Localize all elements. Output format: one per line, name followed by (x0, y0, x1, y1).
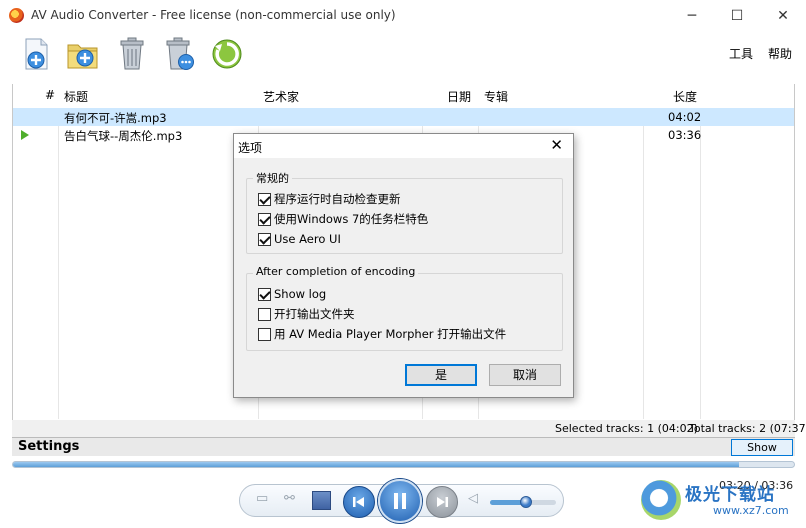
maximize-button[interactable]: ☐ (714, 0, 760, 31)
cancel-button[interactable]: 取消 (489, 364, 561, 386)
next-button[interactable] (426, 486, 458, 518)
open-output-folder-checkbox[interactable]: 开打输出文件夹 (258, 306, 355, 322)
column-header-album[interactable]: 专辑 (484, 88, 508, 105)
show-settings-button[interactable]: Show (731, 439, 793, 456)
checkbox-box[interactable] (258, 232, 271, 246)
now-playing-icon (21, 130, 29, 140)
toolbar: 工具 帮助 (0, 31, 806, 84)
column-header-artist[interactable]: 艺术家 (263, 88, 299, 105)
menu-tools[interactable]: 工具 (729, 45, 753, 62)
dialog-title-bar: 选项 ✕ (234, 134, 573, 158)
checkbox-box[interactable] (258, 212, 271, 226)
settings-title: Settings (18, 439, 80, 454)
general-group: 常规的 程序运行时自动检查更新 使用Windows 7的任务栏特色 Use Ae… (246, 170, 563, 254)
add-file-icon[interactable] (21, 37, 53, 71)
playback-progress-bar[interactable] (12, 461, 795, 468)
stop-button[interactable] (312, 491, 331, 510)
after-encoding-legend: After completion of encoding (253, 265, 419, 278)
checkbox-label: 用 AV Media Player Morpher 打开输出文件 (274, 327, 507, 341)
after-encoding-group: After completion of encoding Show log 开打… (246, 265, 563, 351)
column-header-num[interactable]: # (45, 88, 55, 102)
window-title: AV Audio Converter - Free license (non-c… (31, 8, 396, 22)
options-dialog: 选项 ✕ 常规的 程序运行时自动检查更新 使用Windows 7的任务栏特色 U… (233, 133, 574, 398)
pause-button[interactable] (378, 479, 422, 523)
watermark-url: www.xz7.com (713, 504, 789, 517)
checkbox-box[interactable] (258, 287, 271, 301)
next-icon (437, 497, 448, 507)
checkbox-box[interactable] (258, 307, 271, 321)
auto-update-checkbox[interactable]: 程序运行时自动检查更新 (258, 191, 401, 207)
volume-knob[interactable] (520, 496, 533, 508)
win7-taskbar-checkbox[interactable]: 使用Windows 7的任务栏特色 (258, 211, 428, 227)
minimize-button[interactable]: ─ (669, 0, 715, 31)
repeat-icon[interactable]: ▭ (256, 491, 268, 506)
checkbox-box[interactable] (258, 192, 271, 206)
watermark-logo-icon (641, 480, 681, 520)
shuffle-icon[interactable]: ⚯ (284, 491, 295, 506)
column-header-length[interactable]: 长度 (673, 88, 697, 105)
delete-icon[interactable] (116, 37, 148, 71)
table-row[interactable]: 有何不可-许嵩.mp3 04:02 (13, 108, 794, 126)
checkbox-label: 使用Windows 7的任务栏特色 (274, 212, 429, 226)
list-header: # 标题 艺术家 日期 专辑 长度 (13, 84, 794, 108)
volume-icon[interactable]: ◁ (468, 491, 478, 506)
status-bar: Selected tracks: 1 (04:02) Total tracks:… (12, 420, 806, 438)
app-logo-icon (9, 8, 24, 23)
pause-icon (394, 493, 406, 509)
add-folder-icon[interactable] (67, 37, 99, 71)
checkbox-label: Show log (274, 287, 327, 301)
close-button[interactable]: ✕ (760, 0, 806, 31)
track-length: 03:36 (668, 128, 702, 142)
checkbox-label: Use Aero UI (274, 232, 341, 246)
total-tracks-status: Total tracks: 2 (07:37) (689, 422, 806, 435)
column-header-title[interactable]: 标题 (64, 88, 88, 105)
general-group-legend: 常规的 (253, 170, 292, 186)
watermark-name: 极光下载站 (685, 485, 775, 505)
aero-ui-checkbox[interactable]: Use Aero UI (258, 231, 341, 247)
ok-button[interactable]: 是 (405, 364, 477, 386)
track-length: 04:02 (668, 110, 702, 124)
volume-slider[interactable] (490, 496, 556, 508)
previous-icon (353, 497, 364, 507)
menu-help[interactable]: 帮助 (768, 45, 792, 62)
checkbox-label: 开打输出文件夹 (274, 307, 355, 321)
previous-button[interactable] (343, 486, 375, 518)
selected-tracks-status: Selected tracks: 1 (04:02) (555, 422, 698, 435)
player-pill: ▭ ⚯ ◁ (239, 479, 564, 523)
track-title: 有何不可-许嵩.mp3 (64, 111, 167, 125)
title-bar: AV Audio Converter - Free license (non-c… (0, 0, 806, 31)
settings-bar: Settings Show (12, 437, 795, 456)
column-header-date[interactable]: 日期 (447, 88, 471, 105)
convert-icon[interactable] (211, 37, 243, 71)
dialog-close-button[interactable]: ✕ (550, 136, 563, 154)
track-title: 告白气球--周杰伦.mp3 (64, 129, 183, 143)
checkbox-box[interactable] (258, 327, 271, 341)
watermark: 极光下载站 www.xz7.com (641, 478, 801, 524)
open-with-player-checkbox[interactable]: 用 AV Media Player Morpher 打开输出文件 (258, 326, 506, 342)
delete-all-icon[interactable] (164, 37, 196, 71)
progress-fill (13, 462, 740, 467)
dialog-title: 选项 (238, 141, 263, 155)
show-log-checkbox[interactable]: Show log (258, 286, 326, 302)
checkbox-label: 程序运行时自动检查更新 (274, 192, 401, 206)
